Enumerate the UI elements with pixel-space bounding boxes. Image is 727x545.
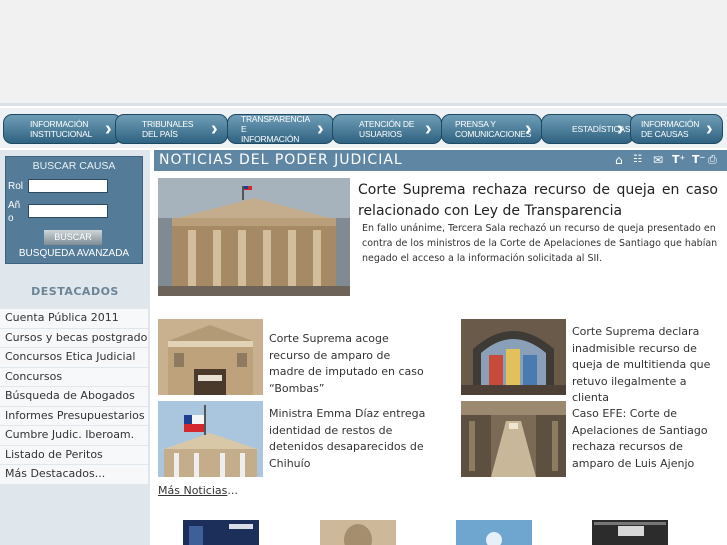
sitemap-icon[interactable]: ☷ (633, 152, 642, 168)
nav-transparencia[interactable]: TRANSPARENCIA E INFORMACIÓN › (227, 114, 334, 144)
mas-noticias-link[interactable]: Más Noticias (158, 484, 227, 497)
news-photo[interactable] (158, 319, 263, 395)
chevron-right-icon: › (525, 118, 532, 140)
nav-atencion-de-usuarios[interactable]: ATENCIÓN DE USUARIOS › (332, 114, 442, 144)
nav-informacion-institucional[interactable]: INFORMACIÓN INSTITUCIONAL › (3, 114, 122, 144)
nav-label: INFORMACIÓN DE CAUSAS (641, 119, 700, 139)
nav-label: INFORMACIÓN INSTITUCIONAL (30, 119, 93, 139)
news-item-title[interactable]: Corte Suprema acoge recurso de amparo de… (269, 331, 429, 397)
anio-label: Añ o (8, 200, 21, 224)
nav-label: TRIBUNALES DEL PAÍS (142, 119, 194, 139)
banner-thumbnail[interactable] (456, 520, 532, 545)
nav-label: ATENCIÓN DE USUARIOS (359, 119, 415, 139)
destacado-item[interactable]: Listado de Peritos (0, 445, 148, 464)
destacado-item[interactable]: Informes Presupuestarios (0, 406, 148, 425)
destacado-item[interactable]: Cuenta Pública 2011 (0, 309, 148, 328)
mas-noticias-ellipsis: ... (227, 484, 238, 497)
news-photo[interactable] (461, 401, 566, 477)
noticias-header: NOTICIAS DEL PODER JUDICIAL ⌂ ☷ ✉ T⁺ T⁻ … (154, 150, 727, 171)
destacado-item[interactable]: Más Destacados... (0, 465, 148, 484)
text-decrease-icon[interactable]: T⁻ (692, 152, 705, 168)
rol-label: Rol (8, 181, 24, 192)
nav-prensa-y-comunicaciones[interactable]: PRENSA Y COMUNICACIONES › (441, 114, 542, 144)
main-news-headline[interactable]: Corte Suprema rechaza recurso de queja e… (358, 180, 718, 222)
noticias-title: NOTICIAS DEL PODER JUDICIAL (159, 152, 403, 168)
chevron-right-icon: › (617, 118, 624, 140)
news-photo[interactable] (461, 319, 566, 395)
chevron-right-icon: › (317, 118, 324, 140)
chevron-right-icon: › (706, 118, 713, 140)
main-news-summary: En fallo unánime, Tercera Sala rechazó u… (362, 223, 718, 264)
nav-label: PRENSA Y COMUNICACIONES (455, 119, 532, 139)
destacado-item[interactable]: Cursos y becas postgrado (0, 328, 148, 347)
mas-noticias: Más Noticias... (158, 484, 238, 497)
destacado-item[interactable]: Cumbre Judic. Iberoam. (0, 426, 148, 445)
destacados-list: Cuenta Pública 2011 Cursos y becas postg… (0, 309, 148, 485)
chevron-right-icon: › (211, 118, 218, 140)
anio-input[interactable] (28, 204, 108, 218)
main-news-photo[interactable] (158, 178, 350, 296)
banner-thumbnail[interactable] (320, 520, 396, 545)
mail-icon[interactable]: ✉ (653, 152, 663, 168)
nav-informacion-de-causas[interactable]: INFORMACIÓN DE CAUSAS › (630, 114, 723, 144)
news-item-title[interactable]: Ministra Emma Díaz entrega identidad de … (269, 406, 429, 472)
rol-input[interactable] (28, 179, 108, 193)
news-photo[interactable] (158, 401, 263, 477)
search-causa-box: BUSCAR CAUSA Rol Añ o BUSCAR BUSQUEDA AV… (5, 156, 143, 264)
buscar-button[interactable]: BUSCAR (44, 230, 102, 245)
video-thumbnail[interactable] (592, 520, 668, 545)
nav-label: TRANSPARENCIA E INFORMACIÓN (241, 114, 310, 144)
destacados-title: DESTACADOS (31, 285, 119, 298)
destacado-item[interactable]: Concursos Etica Judicial (0, 348, 148, 367)
print-icon[interactable]: ⎙ (708, 152, 717, 168)
nav-tribunales-del-pais[interactable]: TRIBUNALES DEL PAÍS › (115, 114, 228, 144)
news-item-title[interactable]: Corte Suprema declara inadmisible recurs… (572, 324, 722, 407)
chevron-right-icon: › (105, 118, 112, 140)
busqueda-avanzada-link[interactable]: BUSQUEDA AVANZADA (6, 248, 142, 259)
search-title: BUSCAR CAUSA (32, 160, 116, 172)
news-item-title[interactable]: Caso EFE: Corte de Apelaciones de Santia… (572, 406, 722, 472)
chevron-right-icon: › (425, 118, 432, 140)
text-increase-icon[interactable]: T⁺ (672, 152, 685, 168)
nav-estadisticas[interactable]: ESTADÍSTICAS › (541, 114, 634, 144)
home-icon[interactable]: ⌂ (615, 152, 623, 168)
destacado-item[interactable]: Concursos (0, 367, 148, 386)
banner-divider (0, 103, 727, 106)
banner-thumbnail[interactable] (183, 520, 259, 545)
top-banner (0, 0, 727, 103)
destacado-item[interactable]: Búsqueda de Abogados (0, 387, 148, 406)
